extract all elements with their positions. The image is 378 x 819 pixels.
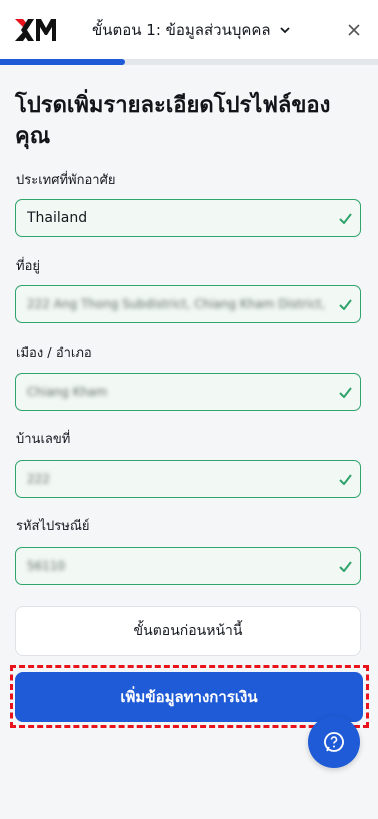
chat-help-button[interactable] bbox=[308, 716, 360, 768]
country-value: Thailand bbox=[27, 210, 88, 226]
check-icon bbox=[339, 299, 352, 310]
postal-code-field[interactable]: 56110 bbox=[15, 547, 361, 585]
previous-step-button[interactable]: ขั้นตอนก่อนหน้านี้ bbox=[15, 606, 361, 656]
city-value: Chiang Kham bbox=[27, 385, 108, 399]
chat-help-icon bbox=[324, 732, 344, 752]
house-number-value: 222 bbox=[27, 472, 50, 486]
check-icon bbox=[339, 561, 352, 572]
postal-code-label: รหัสไปรษณีย์ bbox=[16, 519, 90, 534]
postal-code-value: 56110 bbox=[27, 559, 66, 573]
progress-bar-fill bbox=[0, 59, 125, 65]
page-title: โปรดเพิ่มรายละเอียดโปรไฟล์ของคุณ bbox=[15, 93, 331, 149]
step-dropdown[interactable]: ขั้นตอน 1: ข้อมูลส่วนบุคคล bbox=[92, 19, 291, 41]
address-value: 222 Ang Thong Subdistrict, Chiang Kham D… bbox=[27, 297, 326, 311]
add-financial-info-button[interactable]: เพิ่มข้อมูลทางการเงิน bbox=[15, 672, 363, 722]
house-number-label: บ้านเลขที่ bbox=[16, 432, 71, 447]
country-field[interactable]: Thailand bbox=[15, 199, 361, 237]
city-label: เมือง / อำเภอ bbox=[16, 346, 92, 361]
xm-logo[interactable] bbox=[15, 19, 63, 41]
step-title-text: ขั้นตอน 1: ข้อมูลส่วนบุคคล bbox=[92, 21, 271, 39]
city-field[interactable]: Chiang Kham bbox=[15, 373, 361, 411]
header-bar: ขั้นตอน 1: ข้อมูลส่วนบุคคล bbox=[0, 0, 378, 60]
house-number-field[interactable]: 222 bbox=[15, 460, 361, 498]
progress-bar bbox=[0, 59, 378, 65]
close-button[interactable] bbox=[344, 20, 364, 40]
close-icon bbox=[348, 24, 360, 36]
country-label: ประเทศที่พักอาศัย bbox=[16, 173, 116, 188]
check-icon bbox=[339, 474, 352, 485]
check-icon bbox=[339, 387, 352, 398]
address-field[interactable]: 222 Ang Thong Subdistrict, Chiang Kham D… bbox=[15, 285, 361, 323]
address-label: ที่อยู่ bbox=[16, 259, 40, 274]
chevron-down-icon bbox=[279, 27, 290, 34]
check-icon bbox=[339, 213, 352, 224]
